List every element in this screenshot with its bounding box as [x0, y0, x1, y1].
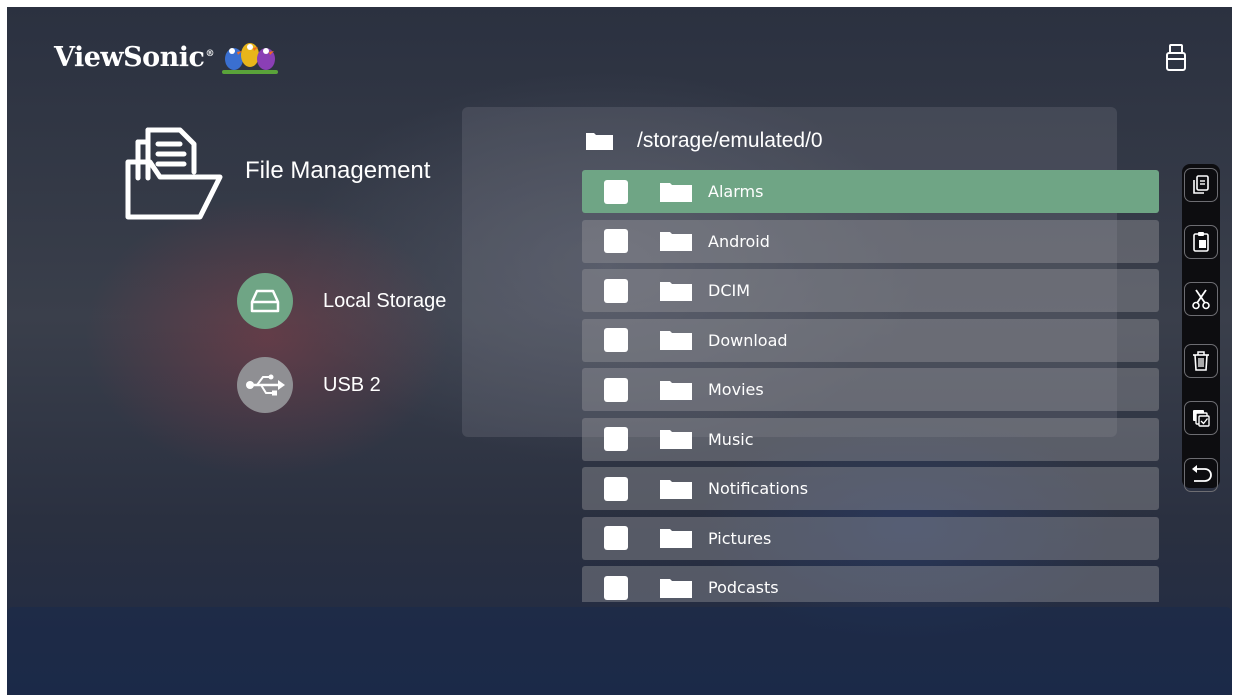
row-checkbox[interactable]	[604, 427, 628, 451]
file-name: Movies	[708, 380, 764, 399]
file-management-icon	[125, 127, 223, 220]
paste-button[interactable]	[1184, 225, 1218, 259]
file-name: Notifications	[708, 479, 809, 498]
row-checkbox[interactable]	[604, 526, 628, 550]
folder-icon	[660, 479, 692, 499]
row-checkbox[interactable]	[604, 229, 628, 253]
back-button[interactable]	[1184, 458, 1218, 492]
source-label: Local Storage	[323, 289, 447, 312]
copy-icon	[1193, 175, 1209, 194]
file-name: DCIM	[708, 281, 751, 300]
folder-icon	[660, 182, 692, 202]
file-row[interactable]: Alarms	[582, 170, 1159, 213]
folder-icon	[660, 529, 692, 548]
screen: ViewSonic® File Management Local Storage…	[7, 7, 1232, 695]
cut-icon	[1192, 289, 1210, 310]
folder-icon	[660, 430, 692, 449]
row-checkbox[interactable]	[604, 377, 628, 402]
cut-button[interactable]	[1184, 282, 1218, 316]
folder-icon	[660, 331, 692, 350]
folder-icon	[660, 281, 692, 301]
file-row[interactable]: Podcasts	[582, 566, 1159, 602]
row-checkbox[interactable]	[604, 278, 628, 303]
source-local-storage-badge	[237, 273, 293, 329]
row-checkbox[interactable]	[604, 179, 628, 204]
breadcrumb: /storage/emulated/0	[585, 129, 823, 153]
file-row[interactable]: Music	[582, 417, 1159, 461]
folder-icon	[660, 380, 692, 400]
file-list: Alarms Android DCIM Download Movies Musi…	[582, 170, 1159, 602]
brand-name: ViewSonic®	[54, 41, 214, 73]
folder-icon	[660, 232, 692, 251]
source-usb-badge	[237, 357, 293, 413]
file-row[interactable]: Pictures	[582, 516, 1159, 560]
background-blur	[7, 607, 1232, 695]
file-row[interactable]: Notifications	[582, 467, 1159, 510]
folder-icon	[660, 578, 692, 598]
current-path: /storage/emulated/0	[637, 129, 823, 152]
file-name: Podcasts	[708, 578, 779, 597]
file-name: Music	[708, 429, 754, 449]
file-name: Pictures	[708, 528, 772, 548]
row-checkbox[interactable]	[604, 476, 628, 501]
file-name: Download	[708, 330, 788, 350]
row-checkbox[interactable]	[604, 328, 628, 352]
birds-logo-icon	[222, 43, 278, 74]
usb-stick-icon	[1166, 44, 1186, 71]
source-usb-2[interactable]: USB 2	[237, 357, 381, 413]
select-all-button[interactable]	[1184, 401, 1218, 435]
usb-symbol-icon	[246, 374, 285, 396]
folder-icon	[586, 133, 613, 150]
source-local-storage[interactable]: Local Storage	[237, 273, 446, 329]
action-toolbar	[1182, 164, 1220, 492]
select-all-icon	[1193, 410, 1210, 427]
file-row[interactable]: DCIM	[582, 269, 1159, 312]
page-title: File Management	[245, 157, 431, 184]
file-name: Alarms	[708, 182, 764, 201]
row-checkbox[interactable]	[604, 575, 628, 600]
file-row[interactable]: Android	[582, 219, 1159, 263]
back-icon	[1192, 465, 1212, 482]
file-row[interactable]: Download	[582, 318, 1159, 362]
source-label: USB 2	[323, 373, 381, 396]
file-row[interactable]: Movies	[582, 368, 1159, 411]
brand-logo: ViewSonic®	[54, 37, 280, 77]
copy-button[interactable]	[1184, 168, 1218, 202]
paste-icon	[1193, 232, 1209, 252]
hard-drive-icon	[250, 289, 280, 313]
delete-icon	[1193, 351, 1209, 371]
delete-button[interactable]	[1184, 344, 1218, 378]
file-name: Android	[708, 231, 770, 251]
